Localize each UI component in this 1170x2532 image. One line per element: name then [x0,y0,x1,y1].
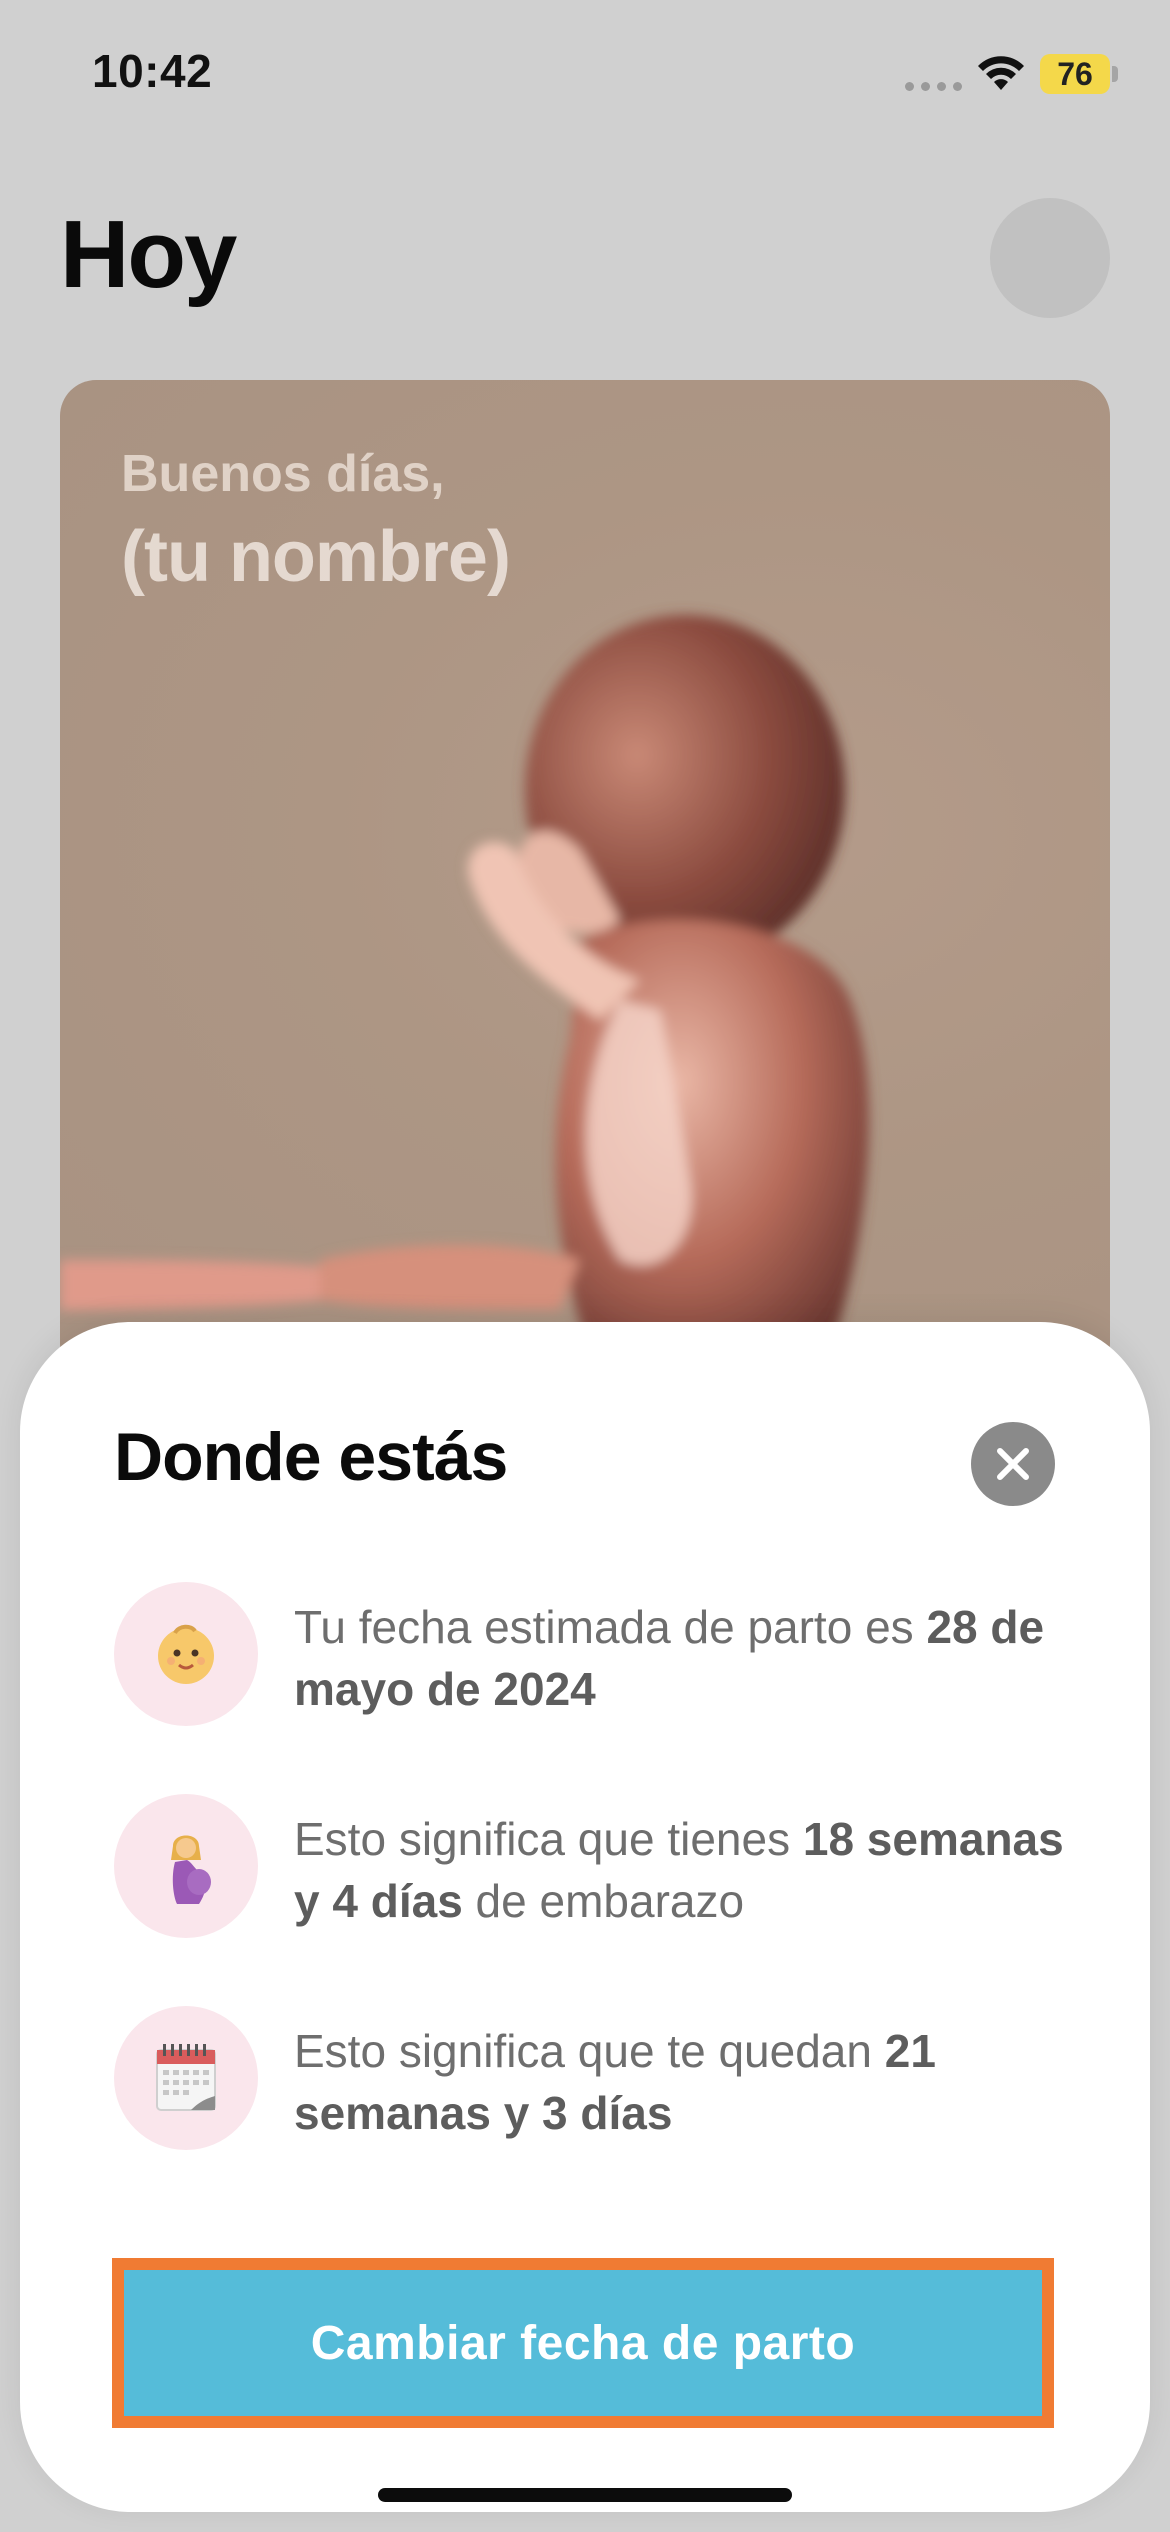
wifi-icon [978,56,1024,90]
close-button[interactable] [971,1422,1055,1506]
info-row-weeks-pregnant: Esto significa que tienes 18 semanas y 4… [114,1794,1094,1944]
greeting-text: Buenos días, [121,445,445,503]
baby-face-icon [114,1582,258,1726]
user-name-placeholder: (tu nombre) [121,517,511,597]
info-row-weeks-remaining: Esto significa que te quedan 21 semanas … [114,2006,1094,2156]
info-row-due-date: Tu fecha estimada de parto es 28 de mayo… [114,1582,1094,1732]
change-due-date-button[interactable]: Cambiar fecha de parto [124,2270,1042,2416]
weeks-pregnant-text: Esto significa que tienes 18 semanas y 4… [294,1813,1064,1927]
cellular-signal-icon [905,82,962,91]
status-bar: 10:42 76 [0,0,1170,140]
page-title: Hoy [60,201,237,308]
home-indicator[interactable] [378,2488,792,2502]
battery-nub [1112,66,1118,82]
calendar-icon [114,2006,258,2150]
avatar[interactable] [990,198,1110,318]
sheet-title: Donde estás [114,1419,508,1495]
status-time: 10:42 [92,45,213,97]
where-you-are-sheet: Donde estás Tu fecha estimada de parto e… [20,1322,1150,2512]
pregnant-woman-icon [114,1794,258,1938]
close-icon [997,1448,1029,1480]
hero-card[interactable]: Buenos días, (tu nombre) [60,380,1110,1380]
weeks-remaining-text: Esto significa que te quedan 21 semanas … [294,2025,936,2139]
battery-icon: 76 [1040,54,1110,94]
due-date-text: Tu fecha estimada de parto es 28 de mayo… [294,1601,1045,1715]
